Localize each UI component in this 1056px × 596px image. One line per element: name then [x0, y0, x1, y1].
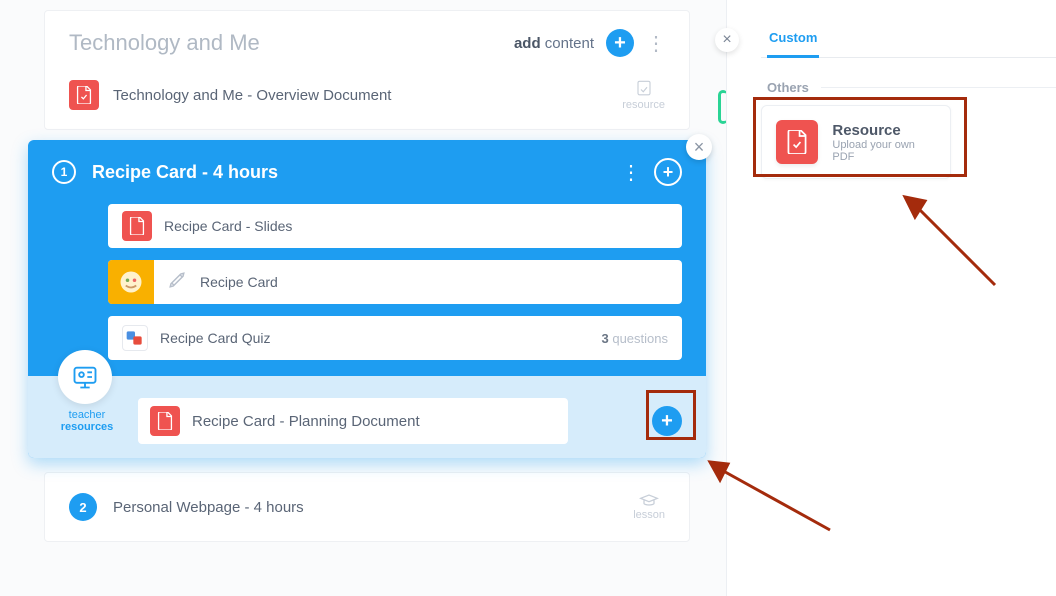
teacher-badge-icon — [58, 350, 112, 404]
add-content-panel: × Custom Others Resource Upload your own… — [726, 0, 1056, 596]
resource-card-subtitle: Upload your own PDF — [832, 139, 936, 163]
tab-custom[interactable]: Custom — [767, 22, 819, 58]
module-active: × 1 Recipe Card - 4 hours ⋮ + Recipe Car… — [28, 140, 706, 458]
pdf-icon — [122, 211, 152, 241]
teacher-label-line1: teacher — [69, 409, 106, 421]
module-item-activity[interactable]: Recipe Card — [108, 260, 682, 304]
resource-card[interactable]: Resource Upload your own PDF — [761, 105, 951, 179]
panel-tabs: Custom — [761, 22, 1056, 58]
add-bold: add — [514, 35, 541, 52]
add-content-button[interactable]: + — [606, 29, 634, 57]
module-close-button[interactable]: × — [686, 134, 712, 160]
item-label: Recipe Card - Slides — [164, 218, 292, 234]
teacher-add-button[interactable]: + — [652, 406, 682, 436]
section-card: Technology and Me add content + ⋮ Techno… — [44, 10, 690, 130]
overview-doc-title: Technology and Me - Overview Document — [113, 87, 391, 104]
panel-section-label-text: Others — [767, 80, 809, 95]
item-label: Recipe Card — [200, 274, 278, 290]
later-module-row[interactable]: 2 Personal Webpage - 4 hours lesson — [44, 472, 690, 542]
lesson-tag: lesson — [633, 493, 665, 521]
teacher-doc-item[interactable]: Recipe Card - Planning Document — [138, 398, 568, 444]
module-item-slides[interactable]: Recipe Card - Slides — [108, 204, 682, 248]
teacher-label-line2: resources — [52, 421, 122, 433]
divider — [821, 87, 1056, 88]
teacher-resources-strip: teacher resources Recipe Card - Planning… — [28, 376, 706, 458]
module-step-number: 2 — [69, 493, 97, 521]
section-header: Technology and Me add content + ⋮ — [45, 11, 689, 69]
lesson-tag-label: lesson — [633, 509, 665, 521]
overview-doc-row[interactable]: Technology and Me - Overview Document re… — [45, 69, 689, 129]
teacher-doc-title: Recipe Card - Planning Document — [192, 413, 420, 430]
panel-close-button[interactable]: × — [715, 28, 739, 52]
quiz-question-count: 3 questions — [602, 331, 669, 346]
add-rest: content — [541, 35, 594, 52]
doc-left: Technology and Me - Overview Document — [69, 80, 391, 110]
item-label: Recipe Card Quiz — [160, 330, 271, 346]
teacher-resources-label: teacher resources — [52, 409, 122, 433]
resource-card-title: Resource — [832, 122, 936, 139]
module-title: Recipe Card - 4 hours — [92, 162, 278, 183]
panel-section-others: Others — [767, 80, 1056, 95]
resource-tag: resource — [622, 79, 665, 111]
module-body: Recipe Card - Slides Recipe Card Recipe … — [28, 196, 706, 376]
pdf-icon — [150, 406, 180, 436]
pdf-icon — [69, 80, 99, 110]
section-kebab-menu[interactable]: ⋮ — [646, 31, 665, 56]
module-kebab-menu[interactable]: ⋮ — [621, 160, 640, 185]
activity-thumbnail-icon — [108, 260, 154, 304]
section-title: Technology and Me — [69, 30, 260, 56]
header-actions: add content + ⋮ — [514, 29, 665, 57]
module-step-number: 1 — [52, 160, 76, 184]
quiz-icon — [122, 325, 148, 351]
module-item-quiz[interactable]: Recipe Card Quiz 3 questions — [108, 316, 682, 360]
module-header: 1 Recipe Card - 4 hours ⋮ + — [28, 140, 706, 196]
pdf-icon — [776, 120, 818, 164]
add-content-label: add content — [514, 35, 594, 52]
resource-tag-label: resource — [622, 99, 665, 111]
module-add-button[interactable]: + — [654, 158, 682, 186]
later-module-title: Personal Webpage - 4 hours — [113, 499, 304, 516]
pencil-cross-icon — [168, 271, 186, 294]
